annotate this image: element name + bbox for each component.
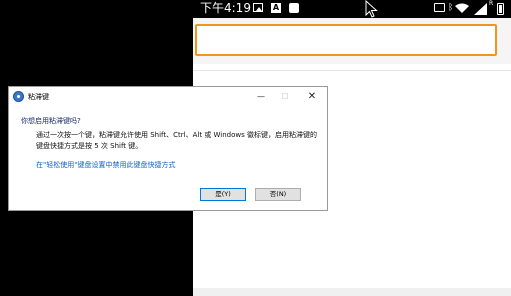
signal-icon [474,3,487,15]
image-notification-icon [253,3,263,12]
minimize-button[interactable]: — [249,87,273,107]
address-bar[interactable] [195,24,497,56]
close-button[interactable]: ✕ [300,87,324,107]
toolbar-divider [193,70,511,71]
dialog-title: 粘滞键 [28,93,49,101]
status-time: 下午4:19 [200,1,251,15]
roaming-icon: R [489,0,494,7]
battery-icon [497,3,504,15]
square-notification-icon [289,3,299,13]
sticky-keys-dialog: 粘滞键 — ☐ ✕ 你想启用粘滞键吗? 通过一次按一个键，粘滞键允许使用 Shi… [8,86,328,211]
cast-icon [434,3,445,12]
maximize-button[interactable]: ☐ [273,87,297,107]
accessibility-icon [13,91,24,102]
status-bar: 下午4:19 A ᛒ R [0,0,511,18]
browser-toolbar [193,18,511,64]
bluetooth-icon: ᛒ [448,3,454,13]
wifi-icon [455,3,469,13]
no-button[interactable]: 否(N) [255,188,301,201]
disable-shortcut-link[interactable]: 在"轻松使用"键盘设置中禁用此键盘快捷方式 [36,160,175,170]
dialog-description: 通过一次按一个键，粘滞键允许使用 Shift、Ctrl、Alt 或 Window… [36,131,317,150]
mouse-cursor-icon [365,0,378,18]
yes-button[interactable]: 是(Y) [200,188,246,201]
browser-bottom-bar [193,288,511,296]
a-notification-icon: A [271,3,281,13]
dialog-titlebar[interactable]: 粘滞键 — ☐ ✕ [9,87,327,107]
dialog-question: 你想启用粘滞键吗? [21,117,81,125]
